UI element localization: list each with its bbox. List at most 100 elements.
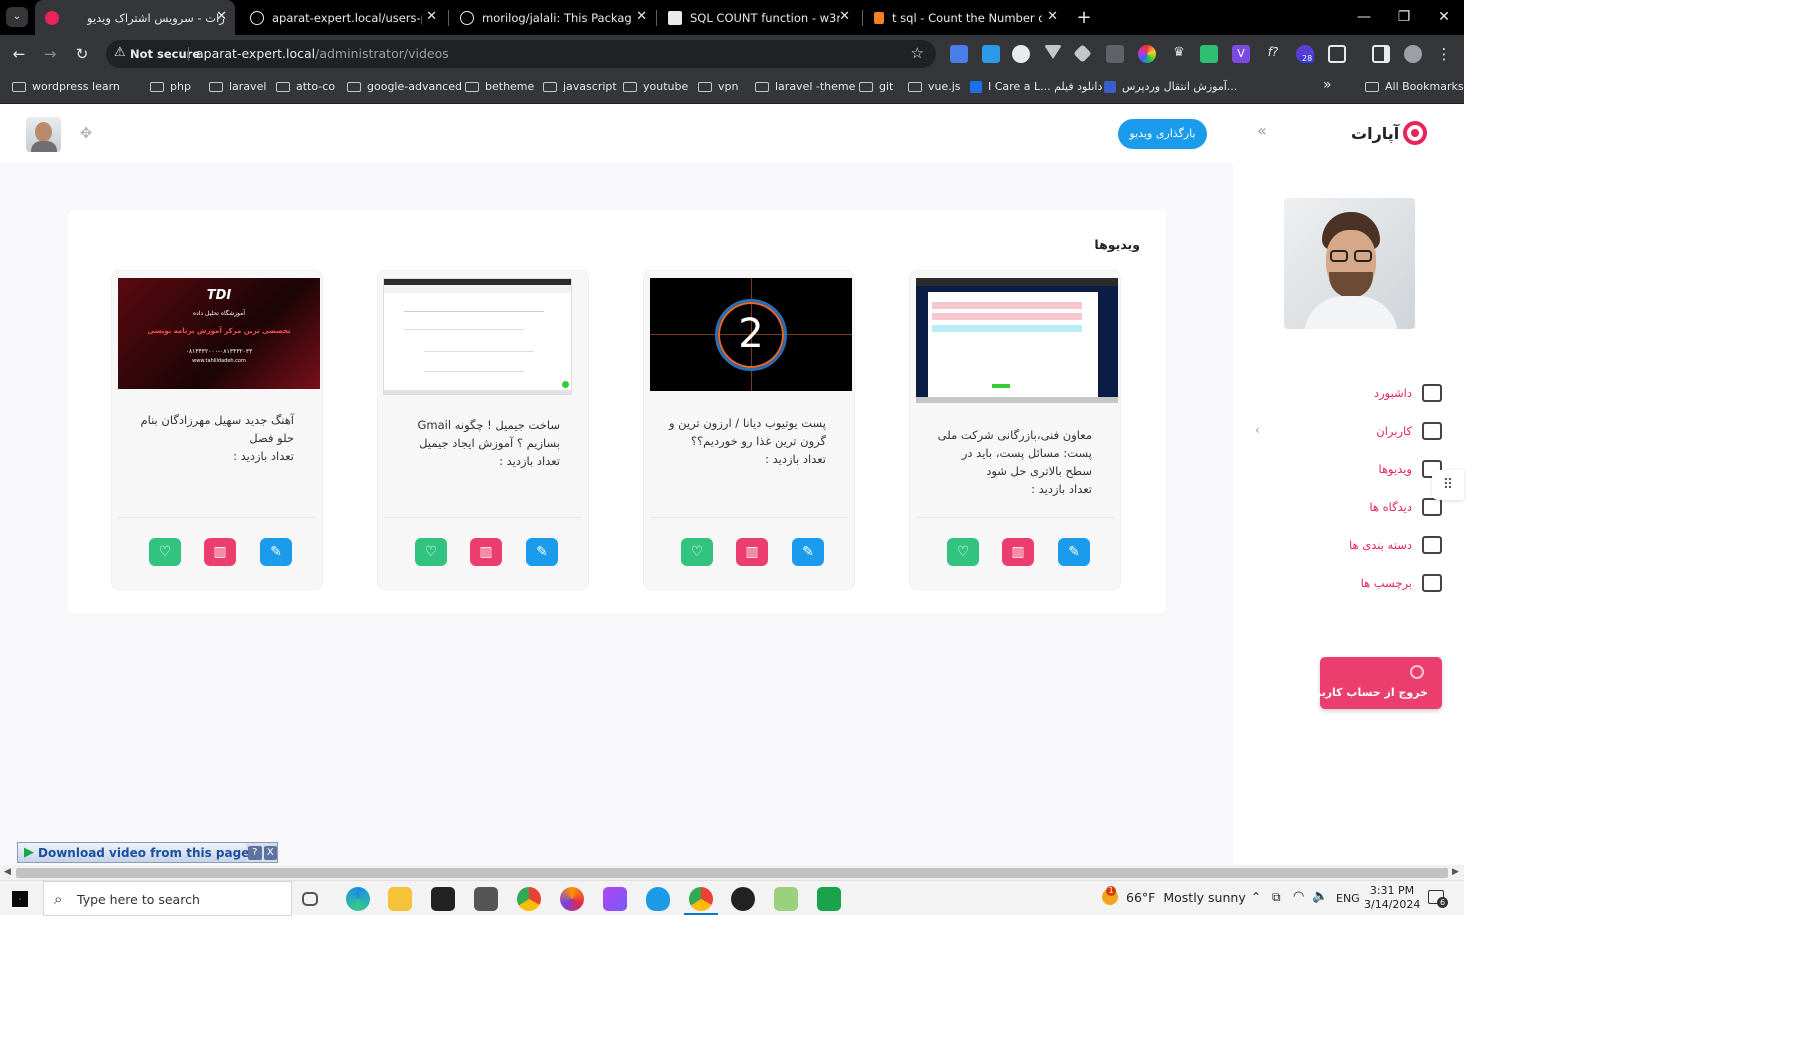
- scroll-right-arrow-icon[interactable]: ▶: [1452, 867, 1459, 877]
- close-icon[interactable]: ✕: [426, 9, 437, 24]
- tray-chevron-icon[interactable]: ⌃: [1251, 890, 1261, 904]
- windows-start-icon[interactable]: [12, 891, 28, 907]
- close-icon[interactable]: ✕: [216, 9, 227, 24]
- translate-extension-icon[interactable]: [950, 45, 968, 63]
- edit-button[interactable]: ✎: [526, 538, 558, 566]
- chrome-active-icon[interactable]: [689, 887, 713, 911]
- all-bookmarks[interactable]: All Bookmarks: [1365, 80, 1464, 93]
- taskbar-search-box[interactable]: ⌕ Type here to search: [43, 881, 292, 916]
- aparat-logo[interactable]: آپارات: [1351, 121, 1428, 145]
- scrollbar-thumb[interactable]: [16, 868, 1448, 878]
- close-bar-button[interactable]: X: [263, 845, 277, 860]
- sidebar-item-users[interactable]: کاربران: [1376, 419, 1442, 443]
- tab-search-button[interactable]: ⌄: [6, 7, 28, 27]
- address-bar[interactable]: ⚠ Not secure aparat-expert.local/adminis…: [106, 40, 936, 68]
- more-bookmarks-chevron-icon[interactable]: »: [1323, 77, 1332, 93]
- firefox-icon[interactable]: [560, 887, 584, 911]
- qr-extension-icon[interactable]: [1106, 45, 1124, 63]
- close-icon[interactable]: ✕: [839, 9, 850, 24]
- wifi-icon[interactable]: ◠: [1293, 889, 1304, 904]
- sidebar-item-dashboard[interactable]: داشبورد: [1374, 381, 1442, 405]
- like-button[interactable]: ♡: [947, 538, 979, 566]
- bookmark-item[interactable]: betheme: [465, 80, 534, 93]
- like-button[interactable]: ♡: [415, 538, 447, 566]
- side-panel-icon[interactable]: [1372, 45, 1390, 63]
- notification-icon[interactable]: 6: [1428, 890, 1448, 908]
- store-icon[interactable]: [431, 887, 455, 911]
- like-button[interactable]: ♡: [681, 538, 713, 566]
- edge-icon[interactable]: [346, 887, 370, 911]
- music-extension-icon[interactable]: [1200, 45, 1218, 63]
- camtasia-icon[interactable]: [817, 887, 841, 911]
- edit-button[interactable]: ✎: [792, 538, 824, 566]
- weather-widget[interactable]: 1 66°F Mostly sunny: [1102, 886, 1246, 905]
- back-arrow-icon[interactable]: ←: [9, 44, 29, 64]
- delete-button[interactable]: ▥: [736, 538, 768, 566]
- bookmark-item[interactable]: vue.js: [908, 80, 961, 93]
- bookmark-item[interactable]: atto-co: [276, 80, 335, 93]
- language-indicator[interactable]: ENG: [1336, 892, 1360, 905]
- drop-extension-icon[interactable]: [982, 45, 1000, 63]
- horizontal-scrollbar[interactable]: ◀ ▶: [0, 865, 1464, 881]
- reload-icon[interactable]: ↻: [72, 44, 92, 64]
- chrome-icon[interactable]: [517, 887, 541, 911]
- bookmark-item[interactable]: php: [150, 80, 191, 93]
- minimize-button[interactable]: —: [1344, 0, 1384, 35]
- sidebar-item-tags[interactable]: برچسب ها: [1361, 571, 1442, 595]
- task-view-icon[interactable]: [302, 892, 318, 906]
- bookmark-item[interactable]: vpn: [698, 80, 738, 93]
- mail-icon[interactable]: [474, 887, 498, 911]
- video-thumbnail[interactable]: TDI آموزشگاه تحلیل داده تخصصی ترین مرکز …: [118, 278, 320, 389]
- soccer-app-icon[interactable]: [731, 887, 755, 911]
- badge-extension-icon[interactable]: 28: [1296, 45, 1315, 63]
- video-thumbnail[interactable]: [916, 278, 1118, 403]
- like-button[interactable]: ♡: [149, 538, 181, 566]
- color-picker-icon[interactable]: [1138, 45, 1156, 63]
- bookmark-item[interactable]: laravel -theme: [755, 80, 855, 93]
- delete-button[interactable]: ▥: [1002, 538, 1034, 566]
- extensions-puzzle-icon[interactable]: [1328, 45, 1346, 63]
- bookmark-item[interactable]: google-advanced: [347, 80, 462, 93]
- close-icon[interactable]: ✕: [636, 9, 647, 24]
- bookmark-item[interactable]: javascript: [543, 80, 617, 93]
- bookmark-item[interactable]: wordpress learn: [12, 80, 120, 93]
- drag-handle-icon[interactable]: ⠿: [1432, 470, 1464, 500]
- sidebar-item-categories[interactable]: دسته بندی ها: [1349, 533, 1442, 557]
- notepad-plus-icon[interactable]: [774, 887, 798, 911]
- crown-extension-icon[interactable]: ♛: [1170, 45, 1188, 63]
- forward-arrow-icon[interactable]: →: [40, 44, 60, 64]
- volume-icon[interactable]: 🔈: [1312, 889, 1328, 904]
- profile-avatar-icon[interactable]: [1404, 45, 1422, 63]
- tab-aparat[interactable]: آپارات - سرویس اشتراک ویدیو ✕: [35, 0, 235, 35]
- round-extension-icon[interactable]: [1012, 45, 1030, 63]
- bookmark-item[interactable]: آموزش انتقال وردپرس...: [1104, 80, 1237, 93]
- vuejs-devtools-icon[interactable]: [1044, 45, 1062, 59]
- download-video-button[interactable]: ▶ Download video from this page: [18, 843, 249, 862]
- edit-button[interactable]: ✎: [1058, 538, 1090, 566]
- tray-device-icon[interactable]: ⧉: [1272, 890, 1281, 905]
- delete-button[interactable]: ▥: [204, 538, 236, 566]
- bookmark-item[interactable]: laravel: [209, 80, 266, 93]
- help-button[interactable]: ?: [248, 845, 262, 860]
- edit-button[interactable]: ✎: [260, 538, 292, 566]
- scroll-left-arrow-icon[interactable]: ◀: [4, 867, 11, 877]
- bookmark-item[interactable]: git: [859, 80, 893, 93]
- user-avatar[interactable]: [26, 117, 61, 152]
- tab-w3resource[interactable]: SQL COUNT function - w3resou ✕: [658, 0, 858, 35]
- diamond-extension-icon[interactable]: [1073, 44, 1092, 63]
- restore-button[interactable]: ❐: [1384, 0, 1424, 35]
- video-thumbnail[interactable]: [383, 278, 572, 395]
- bookmark-item[interactable]: I Care a L... دانلود فیلم: [970, 80, 1102, 93]
- fx-extension-icon[interactable]: f?: [1264, 45, 1282, 63]
- not-secure-label[interactable]: Not secure: [130, 47, 200, 61]
- clock[interactable]: 3:31 PM 3/14/2024: [1364, 884, 1420, 912]
- file-explorer-icon[interactable]: [388, 887, 412, 911]
- fullscreen-toggle-icon[interactable]: ✥: [78, 125, 94, 141]
- close-icon[interactable]: ✕: [1047, 9, 1058, 24]
- tab-stackoverflow[interactable]: t sql - Count the Number of Tab ✕: [864, 0, 1066, 35]
- shield-app-icon[interactable]: [646, 887, 670, 911]
- phpstorm-icon[interactable]: [603, 887, 627, 911]
- delete-button[interactable]: ▥: [470, 538, 502, 566]
- collapse-sidebar-icon[interactable]: «: [1257, 121, 1267, 140]
- star-icon[interactable]: ☆: [911, 44, 924, 62]
